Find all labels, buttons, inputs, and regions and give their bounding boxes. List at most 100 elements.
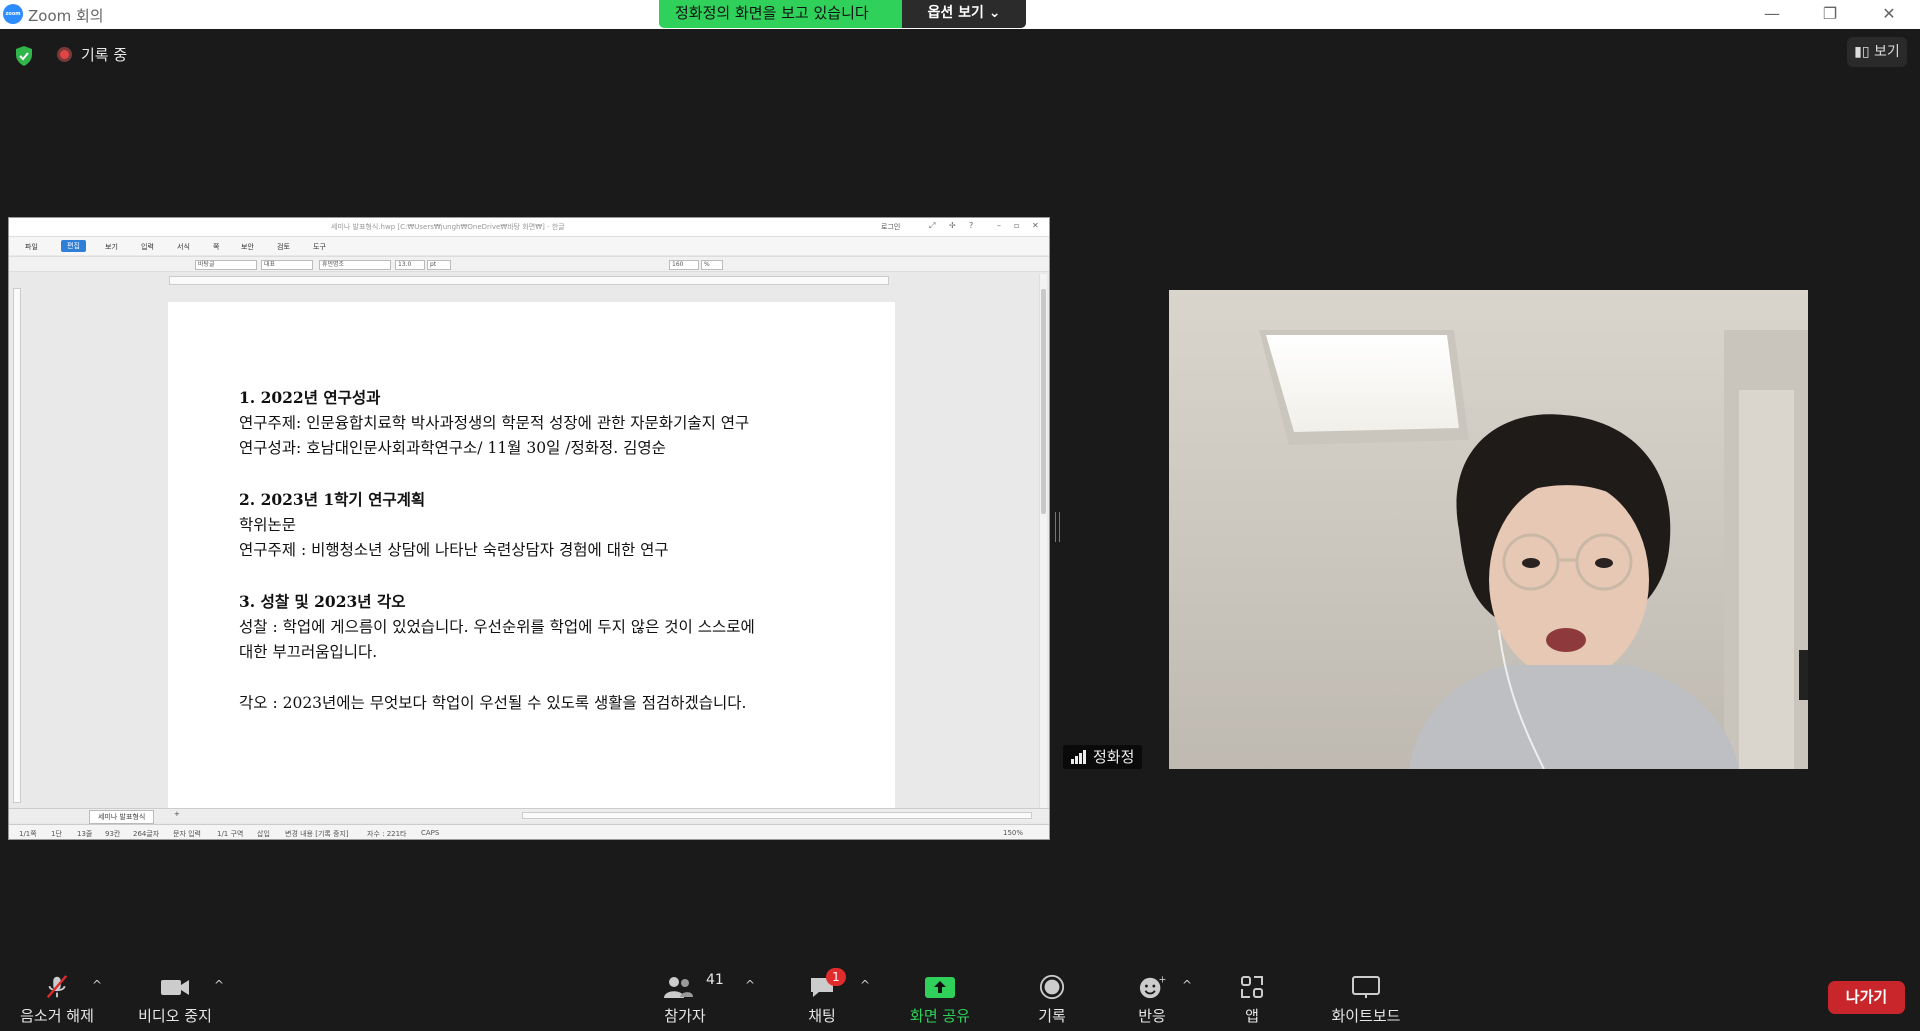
hwp-menu-page[interactable]: 쪽	[213, 242, 219, 252]
hwp-document-page[interactable]: 1. 2022년 연구성과 연구주제: 인문융합치료학 박사과정생의 학문적 성…	[168, 302, 895, 812]
status-section: 1/1 구역	[217, 830, 244, 838]
hwp-move-icon[interactable]: ✢	[949, 221, 956, 230]
hwp-style-select[interactable]: 바탕글	[195, 260, 257, 270]
participant-name: 정화정	[1093, 748, 1135, 766]
hwp-toolbar: 바탕글 대표 휴먼명조 13.0 pt 160 %	[9, 256, 1049, 272]
hwp-menu-review[interactable]: 검토	[277, 242, 290, 252]
hwp-ruler	[169, 276, 889, 285]
hwp-restore-icon[interactable]: ▫	[1014, 221, 1019, 230]
hwp-menu-view[interactable]: 보기	[105, 242, 118, 252]
chat-icon-wrap: 1	[808, 968, 846, 1000]
status-caps: CAPS	[421, 829, 440, 837]
zoom-logo-icon: zoom	[3, 4, 23, 24]
section3-line3: 각오 : 2023년에는 무엇보다 학업이 우선될 수 있도록 생활을 점검하겠…	[239, 694, 747, 712]
hwp-menu-edit[interactable]: 편집	[61, 240, 86, 252]
unmute-label: 음소거 해제	[20, 1007, 94, 1025]
hwp-close-icon[interactable]: ✕	[1032, 221, 1039, 230]
stop-video-button[interactable]: 비디오 중지	[130, 955, 220, 1031]
hwp-menu-tools[interactable]: 도구	[313, 242, 326, 252]
meeting-toolbar: 음소거 해제 ^ 비디오 중지 ^ 41 참가자 ^ 1 채팅 ^ 화면 공유 …	[0, 955, 1920, 1031]
hwp-title: 세미나 발표형식.hwp [C:₩Users₩jungh₩OneDrive₩바탕…	[331, 223, 565, 231]
share-screen-label: 화면 공유	[910, 1007, 970, 1025]
participants-count: 41	[706, 972, 724, 988]
signal-bars-icon	[1071, 750, 1087, 764]
participants-button[interactable]: 41 참가자	[650, 955, 724, 1031]
record-button[interactable]: 기록	[1022, 955, 1082, 1031]
audio-options-caret-icon[interactable]: ^	[92, 978, 102, 992]
hwp-unit-select[interactable]: pt	[427, 260, 451, 270]
zoom-meeting-window: zoom Zoom 회의 정화정의 화면을 보고 있습니다 옵션 보기 ⌄ — …	[0, 0, 1920, 1031]
hwp-login[interactable]: 로그인	[881, 222, 900, 232]
reactions-icon: +	[1139, 974, 1166, 999]
apps-icon	[1241, 976, 1263, 998]
section2-line2: 연구주제 : 비행청소년 상담에 나타난 숙련상담자 경험에 대한 연구	[239, 541, 669, 559]
chevron-down-icon: ⌄	[988, 5, 1001, 21]
hwp-horizontal-scrollbar[interactable]	[522, 812, 1032, 819]
hwp-linespacing-unit[interactable]: %	[701, 260, 723, 270]
participant-video[interactable]	[1169, 290, 1808, 769]
whiteboard-icon	[1352, 976, 1380, 998]
participants-label: 참가자	[664, 1007, 706, 1025]
view-layout-icon: ▮▯	[1854, 44, 1870, 60]
add-tab-icon[interactable]: +	[174, 810, 180, 818]
status-line: 13줄	[77, 830, 93, 838]
window-titlebar: zoom Zoom 회의 정화정의 화면을 보고 있습니다 옵션 보기 ⌄ — …	[0, 0, 1920, 29]
status-char: 93칸	[105, 830, 121, 838]
reactions-caret-icon[interactable]: ^	[1182, 978, 1192, 992]
hwp-font-select[interactable]: 휴먼명조	[319, 260, 391, 270]
hwp-vertical-ruler	[13, 288, 21, 803]
recording-icon	[57, 47, 72, 62]
share-screen-button[interactable]: 화면 공유	[900, 955, 980, 1031]
section3-line1: 성찰 : 학업에 게으름이 있었습니다. 우선순위를 학업에 두지 않은 것이 …	[239, 617, 755, 636]
hwp-statusbar: 1/1쪽 1단 13줄 93칸 264글자 문자 입력 1/1 구역 삽입 변경…	[9, 824, 1049, 839]
view-options-label: 옵션 보기	[927, 5, 984, 21]
hwp-help-icon[interactable]: ?	[969, 221, 973, 230]
unmute-button[interactable]: 음소거 해제	[10, 955, 104, 1031]
whiteboard-button[interactable]: 화이트보드	[1318, 955, 1414, 1031]
record-label: 기록	[1038, 1007, 1066, 1025]
chat-caret-icon[interactable]: ^	[860, 978, 870, 992]
apps-label: 앱	[1245, 1007, 1259, 1025]
chat-button[interactable]: 1 채팅	[790, 955, 854, 1031]
restore-icon[interactable]: ❐	[1801, 0, 1859, 29]
status-page: 1/1쪽	[19, 830, 37, 838]
panel-resize-handle[interactable]	[1055, 512, 1060, 542]
shared-screen-hwp: 세미나 발표형식.hwp [C:₩Users₩jungh₩OneDrive₩바탕…	[8, 217, 1050, 840]
whiteboard-label: 화이트보드	[1331, 1007, 1401, 1025]
status-track: 변경 내용 [기록 중지]	[285, 830, 349, 838]
status-insert: 삽입	[257, 830, 270, 838]
hwp-menu-insert[interactable]: 입력	[141, 242, 154, 252]
share-viewing-label: 정화정의 화면을 보고 있습니다	[659, 0, 902, 28]
hwp-menubar: 파일 편집 보기 입력 서식 쪽 보안 검토 도구	[9, 237, 1049, 255]
section2-heading: 2. 2023년 1학기 연구계획	[239, 490, 426, 509]
hwp-menu-file[interactable]: 파일	[25, 242, 38, 252]
status-count: 264글자	[133, 830, 160, 838]
status-column: 1단	[51, 830, 62, 838]
video-camera-icon	[161, 980, 189, 995]
hwp-linespacing-field[interactable]: 160	[669, 260, 699, 270]
hwp-doc-tab[interactable]: 세미나 발표형식	[89, 810, 155, 824]
reactions-button[interactable]: + 반응	[1122, 955, 1182, 1031]
hwp-menu-security[interactable]: 보안	[241, 242, 254, 252]
share-banner: 정화정의 화면을 보고 있습니다 옵션 보기 ⌄	[659, 0, 1026, 28]
view-options-button[interactable]: 옵션 보기 ⌄	[902, 0, 1026, 28]
hwp-menu-format[interactable]: 서식	[177, 242, 190, 252]
participants-caret-icon[interactable]: ^	[745, 978, 755, 992]
record-icon	[1039, 974, 1065, 1000]
status-zoom: 150%	[1003, 829, 1024, 837]
hwp-lang-select[interactable]: 대표	[261, 260, 313, 270]
minimize-icon[interactable]: —	[1743, 0, 1801, 29]
section1-heading: 1. 2022년 연구성과	[239, 388, 381, 407]
close-icon[interactable]: ✕	[1860, 0, 1918, 29]
apps-button[interactable]: 앱	[1224, 955, 1280, 1031]
video-options-caret-icon[interactable]: ^	[214, 978, 224, 992]
hwp-scroll-thumb[interactable]	[1041, 289, 1046, 514]
hwp-size-field[interactable]: 13.0	[395, 260, 425, 270]
section2-line1: 학위논문	[239, 515, 297, 534]
view-button[interactable]: ▮▯ 보기	[1847, 37, 1907, 67]
leave-button[interactable]: 나가기	[1828, 981, 1905, 1014]
shield-icon[interactable]	[14, 45, 34, 67]
hwp-minimize-icon[interactable]: –	[997, 221, 1001, 230]
hwp-fullscreen-icon[interactable]: ⤢	[929, 221, 935, 231]
hwp-vertical-scrollbar[interactable]	[1039, 274, 1047, 809]
